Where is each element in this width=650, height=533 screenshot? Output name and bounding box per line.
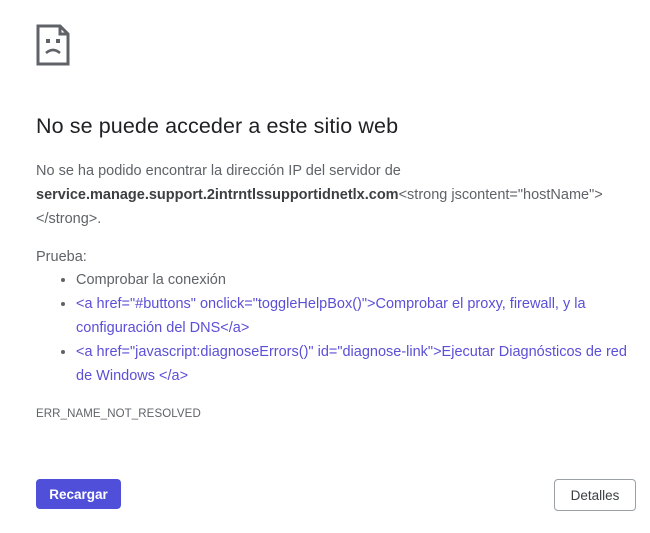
error-page: No se puede acceder a este sitio web No … xyxy=(0,0,650,533)
reload-button[interactable]: Recargar xyxy=(36,479,121,509)
suggestion-link-diagnostics[interactable]: <a href="javascript:diagnoseErrors()" id… xyxy=(76,344,627,384)
message-intro: No se ha podido encontrar la dirección I… xyxy=(36,163,401,179)
details-button[interactable]: Detalles xyxy=(554,479,636,511)
page-title: No se puede acceder a este sitio web xyxy=(36,114,399,138)
suggestion-run-diagnostics[interactable]: <a href="javascript:diagnoseErrors()" id… xyxy=(76,340,636,388)
host-name: service.manage.support.2intrntlssupporti… xyxy=(36,187,399,203)
suggestion-link-proxy[interactable]: <a href="#buttons" onclick="toggleHelpBo… xyxy=(76,296,586,336)
error-code: ERR_NAME_NOT_RESOLVED xyxy=(36,408,201,420)
error-message: No se ha podido encontrar la dirección I… xyxy=(36,159,636,231)
suggestion-text: Comprobar la conexión xyxy=(76,272,226,288)
try-label: Prueba: xyxy=(36,249,87,265)
suggestion-check-proxy[interactable]: <a href="#buttons" onclick="toggleHelpBo… xyxy=(76,292,636,340)
suggestions-list: Comprobar la conexión <a href="#buttons"… xyxy=(36,268,636,388)
sad-page-icon xyxy=(36,24,70,66)
suggestion-check-connection: Comprobar la conexión xyxy=(76,268,636,292)
